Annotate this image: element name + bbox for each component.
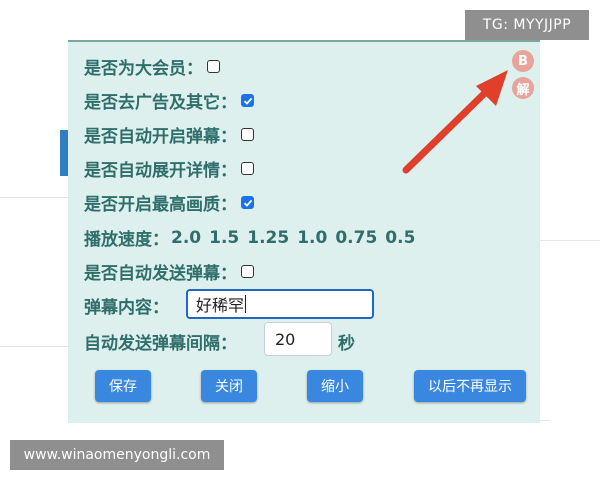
option-auto-expand: 是否自动展开详情： — [84, 156, 254, 181]
option-auto-send-danmaku: 是否自动发送弹幕： — [84, 259, 254, 284]
danmaku-content-label: 弹幕内容： — [84, 298, 169, 318]
danmaku-content-row: 弹幕内容： — [84, 293, 169, 318]
option-auto-danmaku: 是否自动开启弹幕： — [84, 122, 254, 147]
big-member-checkbox[interactable] — [207, 60, 220, 73]
jie-icon[interactable]: 解 — [512, 77, 534, 99]
auto-danmaku-checkbox[interactable] — [241, 128, 254, 141]
option-remove-ads: 是否去广告及其它： — [84, 88, 254, 113]
b-icon[interactable]: B — [512, 50, 534, 72]
shrink-button[interactable]: 缩小 — [307, 370, 363, 402]
speed-option[interactable]: 1.5 — [209, 228, 239, 248]
save-button[interactable]: 保存 — [95, 370, 151, 402]
site-watermark: www.winaomenyongli.com — [10, 440, 224, 470]
speed-option[interactable]: 0.5 — [385, 228, 415, 248]
playback-speed-row: 播放速度： 2.0 1.5 1.25 1.0 0.75 0.5 — [84, 225, 415, 251]
interval-label: 自动发送弹幕间隔： — [84, 334, 237, 354]
interval-row: 自动发送弹幕间隔： — [84, 329, 237, 354]
text-caret — [245, 295, 247, 313]
auto-send-danmaku-checkbox[interactable] — [241, 265, 254, 278]
option-label: 是否去广告及其它： — [84, 93, 237, 113]
option-label: 是否自动开启弹幕： — [84, 127, 237, 147]
interval-unit: 秒 — [338, 334, 355, 354]
auto-expand-checkbox[interactable] — [241, 162, 254, 175]
speed-label: 播放速度： — [84, 230, 169, 250]
speed-option[interactable]: 2.0 — [171, 228, 201, 248]
option-big-member: 是否为大会员： — [84, 54, 220, 79]
option-label: 是否开启最高画质： — [84, 195, 237, 215]
never-show-button[interactable]: 以后不再显示 — [414, 370, 526, 402]
danmaku-content-input[interactable]: 好稀罕 — [186, 289, 374, 319]
speed-option[interactable]: 1.0 — [297, 228, 327, 248]
option-label: 是否自动展开详情： — [84, 161, 237, 181]
option-label: 是否自动发送弹幕： — [84, 264, 237, 284]
background-divider — [0, 197, 68, 198]
speed-option[interactable]: 1.25 — [247, 228, 289, 248]
background-divider — [0, 346, 68, 347]
interval-value: 20 — [275, 329, 296, 349]
red-arrow-annotation — [402, 70, 508, 174]
option-label: 是否为大会员： — [84, 59, 203, 79]
background-divider — [540, 420, 550, 421]
remove-ads-checkbox[interactable] — [241, 94, 254, 107]
max-quality-checkbox[interactable] — [241, 196, 254, 209]
speed-option[interactable]: 0.75 — [335, 228, 377, 248]
danmaku-content-value: 好稀罕 — [196, 296, 245, 315]
tg-watermark: TG: MYYJJPP — [465, 10, 589, 40]
interval-input[interactable]: 20 — [264, 322, 332, 356]
option-max-quality: 是否开启最高画质： — [84, 190, 254, 215]
background-divider — [540, 240, 600, 241]
close-button[interactable]: 关闭 — [201, 370, 257, 402]
